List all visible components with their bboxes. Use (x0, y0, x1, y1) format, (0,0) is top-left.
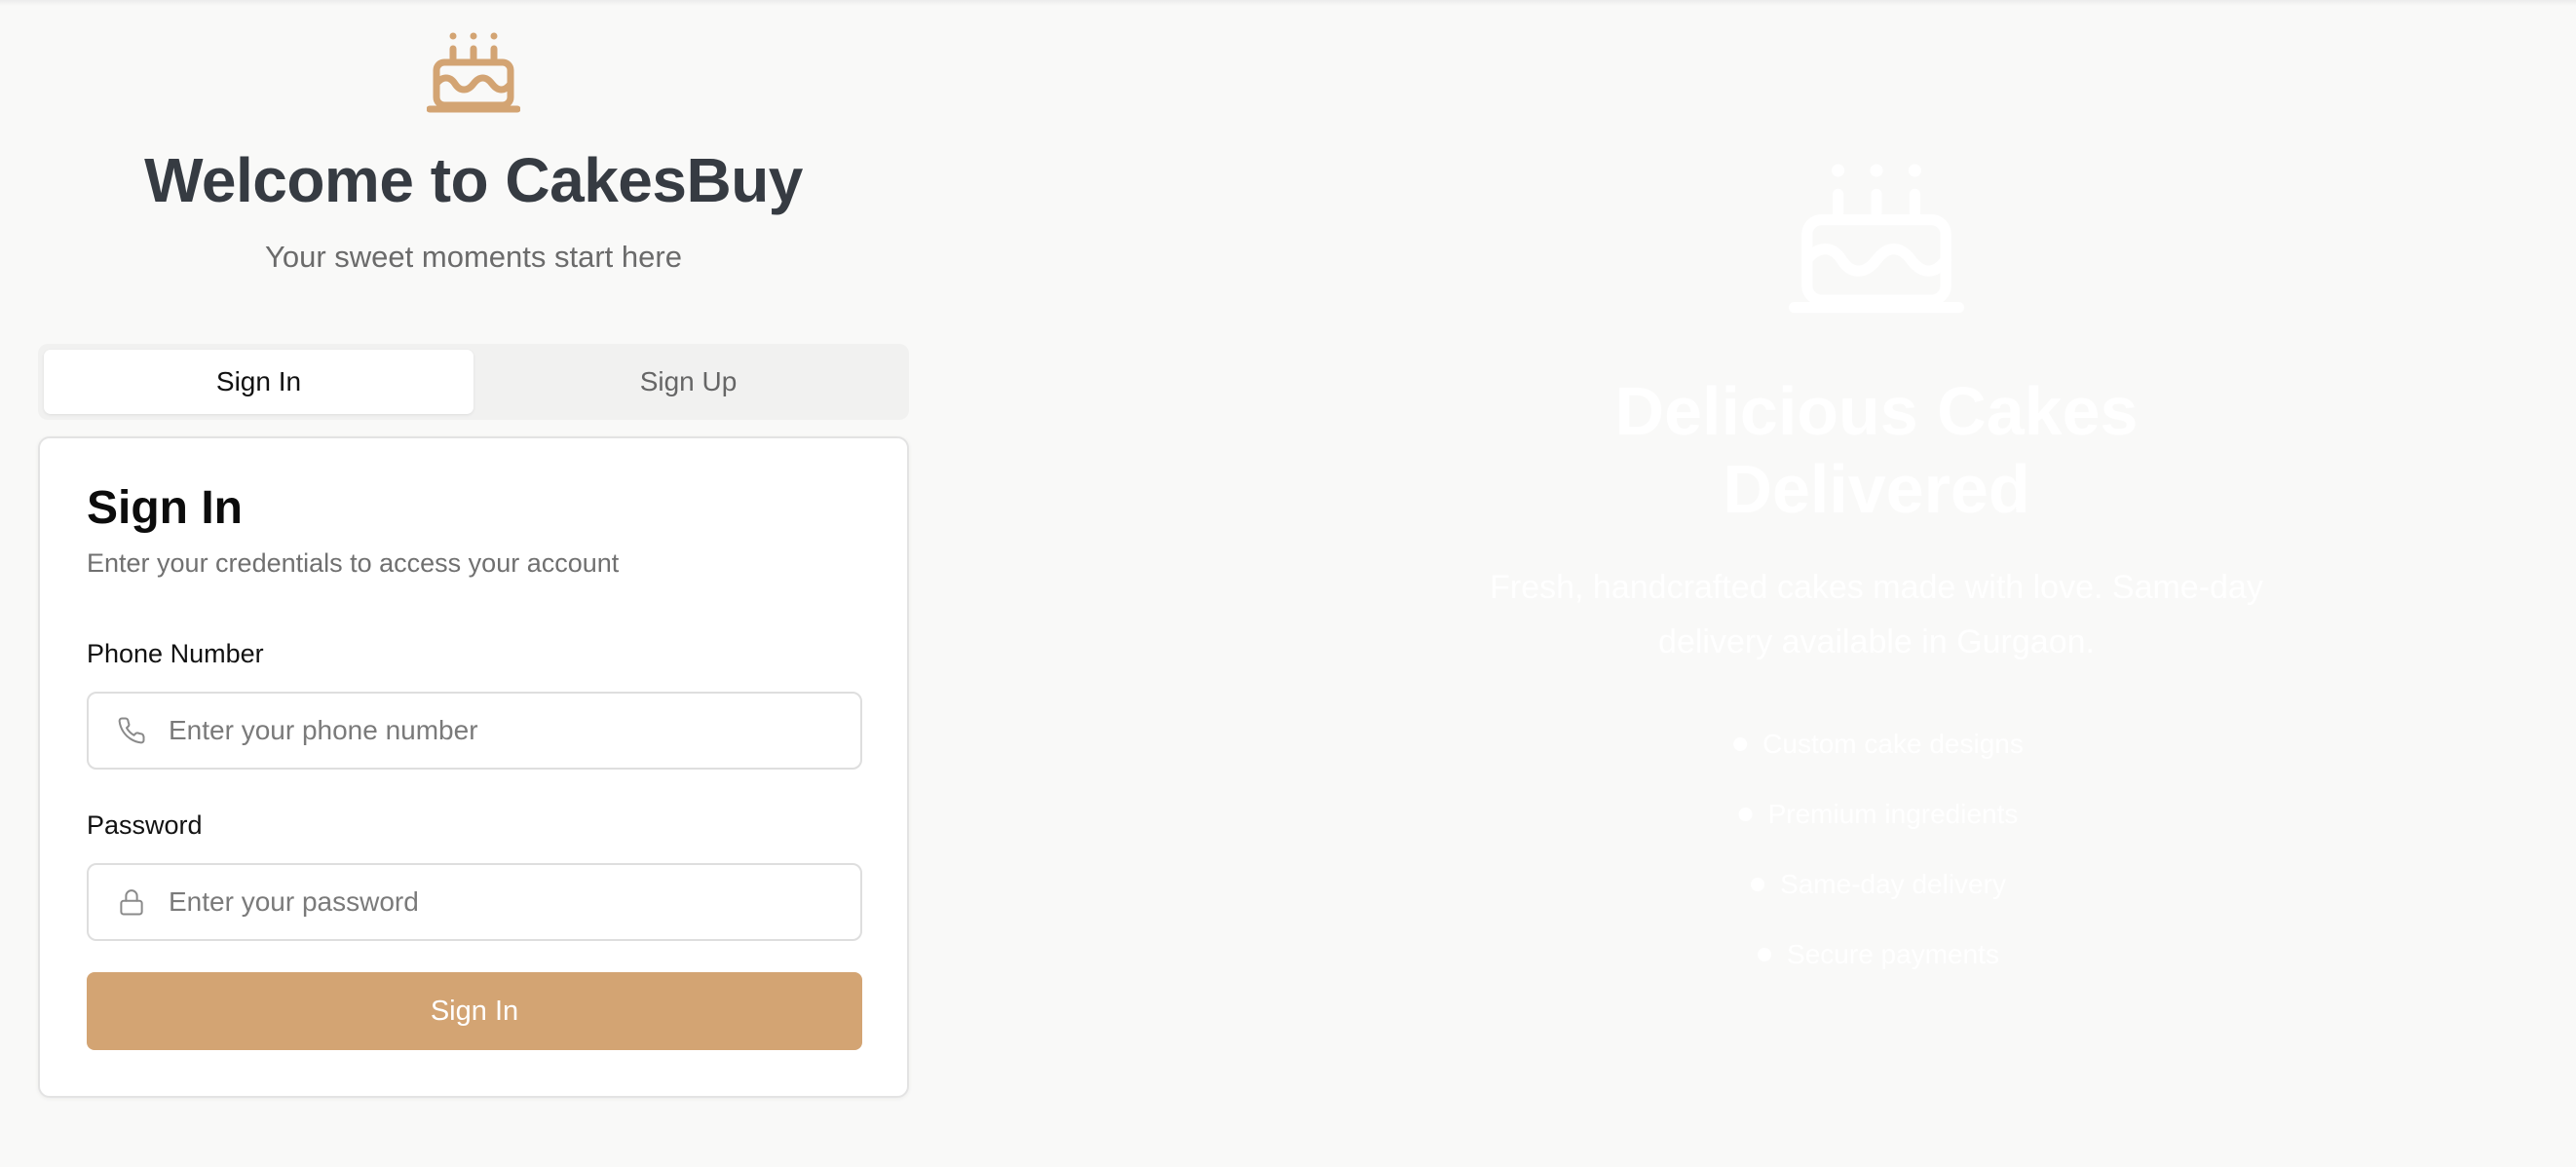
hero-title-line: Delicious Cakes (1614, 373, 2139, 449)
password-input[interactable] (167, 865, 860, 939)
feature-item: Custom cake designs (1733, 729, 2024, 760)
hero-title: Delicious Cakes Delivered (1493, 372, 2260, 528)
page-tagline: Your sweet moments start here (265, 240, 682, 274)
feature-item: Premium ingredients (1738, 799, 2019, 830)
feature-label: Secure payments (1787, 939, 1999, 969)
sign-in-card: Sign In Enter your credentials to access… (38, 436, 909, 1098)
hero-subtitle-line: delivery available in Gurgaon. (1658, 623, 2095, 660)
feature-item: Same-day delivery (1751, 869, 2006, 900)
cake-icon (427, 32, 520, 113)
cake-icon (1789, 164, 1964, 314)
bullet-dot-icon (1733, 737, 1748, 751)
page-title: Welcome to CakesBuy (144, 145, 803, 215)
phone-input[interactable] (167, 694, 860, 768)
tab-sign-in[interactable]: Sign In (44, 350, 474, 414)
feature-label: Custom cake designs (1762, 729, 2024, 759)
feature-label: Premium ingredients (1767, 799, 2019, 829)
hero-subtitle-line: Fresh, handcrafted cakes made with love.… (1490, 569, 2263, 606)
hero-title-line: Delivered (1723, 451, 2030, 527)
bullet-dot-icon (1758, 948, 1772, 961)
sign-in-button[interactable]: Sign In (87, 972, 862, 1050)
lock-icon (89, 865, 167, 939)
form-title: Sign In (87, 482, 243, 534)
password-field[interactable] (87, 863, 862, 941)
phone-icon (89, 694, 167, 768)
bullet-dot-icon (1751, 878, 1765, 891)
hero-subtitle: Fresh, handcrafted cakes made with love.… (1434, 560, 2319, 669)
hero-panel: Delicious Cakes Delivered Fresh, handcra… (947, 0, 2576, 1167)
bullet-dot-icon (1738, 808, 1753, 821)
phone-field[interactable] (87, 692, 862, 770)
form-subtitle: Enter your credentials to access your ac… (87, 548, 620, 578)
feature-item: Secure payments (1758, 939, 1999, 970)
feature-label: Same-day delivery (1780, 869, 2006, 899)
phone-label: Phone Number (87, 639, 264, 668)
auth-panel: Welcome to CakesBuy Your sweet moments s… (0, 0, 947, 1167)
password-label: Password (87, 810, 203, 840)
auth-tabs: Sign In Sign Up (38, 344, 909, 420)
tab-sign-up[interactable]: Sign Up (474, 350, 903, 414)
